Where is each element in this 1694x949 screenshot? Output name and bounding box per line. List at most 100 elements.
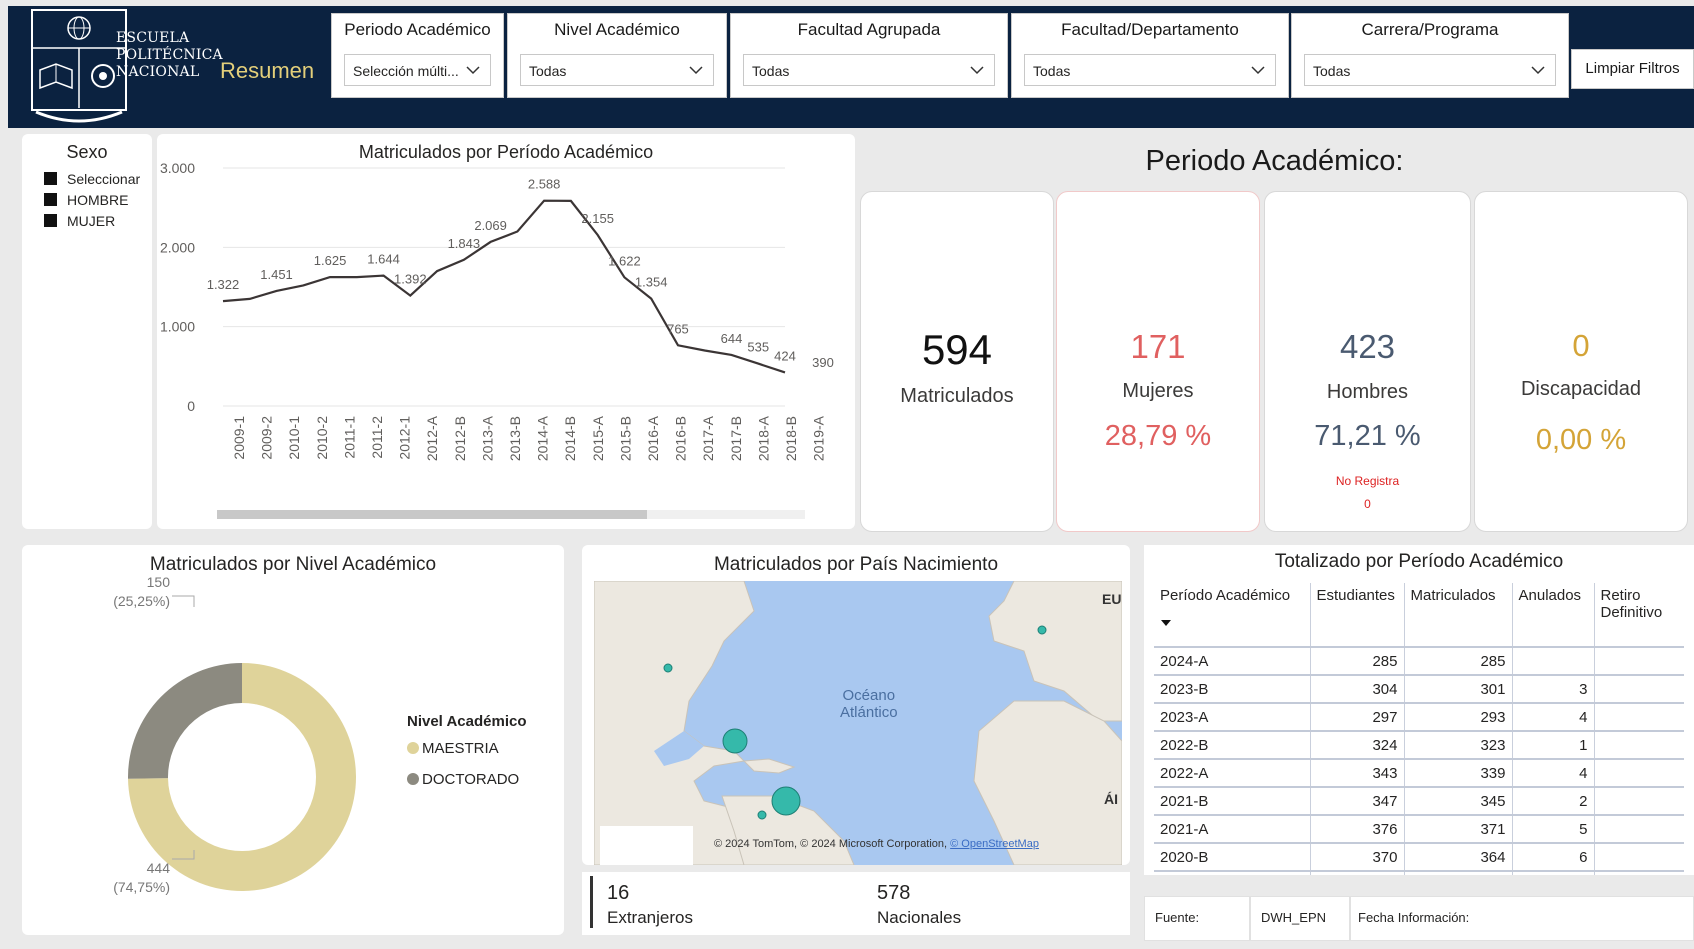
leader-line <box>172 595 195 607</box>
period-cell: 2023-B <box>1154 674 1311 703</box>
table-row[interactable]: 2023-B 304 301 3 <box>1154 674 1684 703</box>
value-cell: 5 <box>1512 814 1595 843</box>
x-tick-label: 2014-A <box>535 415 551 461</box>
value-cell <box>1594 730 1684 759</box>
fuente-value-box: DWH_EPN <box>1250 896 1350 941</box>
filter-label: Nivel Académico <box>554 20 680 39</box>
value-cell: 2 <box>1512 870 1595 875</box>
x-tick-label: 2012-A <box>424 415 440 461</box>
map-panel: Matriculados por País Nacimiento Océano … <box>582 545 1130 865</box>
filter-label: Carrera/Programa <box>1361 20 1499 39</box>
scrollbar-thumb[interactable] <box>217 510 647 519</box>
table-row[interactable]: 2023-A 297 293 4 <box>1154 702 1684 731</box>
kpi-card-discapacidad: 0 Discapacidad 0,00 % <box>1474 191 1688 532</box>
value-cell: 376 <box>1310 814 1405 843</box>
value-cell: 3 <box>1512 674 1595 703</box>
y-tick-label: 1.000 <box>160 319 195 335</box>
kpi-value: 423 <box>1339 328 1396 365</box>
legend-item-maestria[interactable]: MAESTRIA <box>407 740 499 757</box>
donut-panel: Matriculados por Nivel Académico 150 (25,… <box>22 545 564 935</box>
line-chart[interactable]: 0 1.000 2.000 3.000 1.322 1.451 1.625 1.644 1.39… <box>157 134 855 529</box>
attribution-text: © 2024 TomTom, © 2024 Microsoft Corporat… <box>714 838 948 850</box>
data-label: 2.588 <box>528 177 561 192</box>
clear-filters-button[interactable]: Limpiar Filtros <box>1571 49 1694 89</box>
chevron-down-icon <box>689 66 703 75</box>
y-tick-label: 3.000 <box>160 160 195 176</box>
kpi-percent: 71,21 % <box>1314 420 1421 452</box>
x-tick-label: 2017-B <box>728 416 744 461</box>
legend-dot-icon <box>407 773 419 785</box>
data-label: 390 <box>812 355 834 370</box>
value-cell: 324 <box>1310 730 1405 759</box>
column-header[interactable]: Retiro Definitivo <box>1594 583 1684 647</box>
x-tick-label: 2019-A <box>811 415 827 461</box>
openstreetmap-link[interactable]: © OpenStreetMap <box>950 838 1039 850</box>
filter-dropdown[interactable]: Todas <box>743 54 995 86</box>
filter-dropdown[interactable]: Todas <box>520 54 714 86</box>
table-row[interactable]: 2022-B 324 323 1 <box>1154 730 1684 759</box>
slicer-item-label: MUJER <box>67 213 116 229</box>
legend-item-doctorado[interactable]: DOCTORADO <box>407 771 519 788</box>
value-cell: 345 <box>1404 786 1513 815</box>
checkbox-icon <box>44 172 57 185</box>
table-row[interactable]: 2021-A 376 371 5 <box>1154 814 1684 843</box>
filter-facultad-departamento: Facultad/Departamento Todas <box>1011 13 1289 98</box>
x-tick-label: 2018-B <box>783 416 799 461</box>
table-row[interactable]: 2022-A 343 339 4 <box>1154 758 1684 787</box>
x-tick-label: 2013-B <box>507 416 523 461</box>
filter-dropdown[interactable]: Todas <box>1024 54 1276 86</box>
filter-dropdown[interactable]: Todas <box>1304 54 1556 86</box>
table-row[interactable]: 2024-A 285 285 <box>1154 646 1684 675</box>
slicer-item-seleccionar[interactable]: Seleccionar <box>44 171 140 187</box>
value-cell: 304 <box>1310 674 1405 703</box>
data-label: 1.644 <box>367 252 400 267</box>
kpi-label: Mujeres <box>1122 380 1194 402</box>
column-header[interactable]: Período Académico <box>1154 583 1311 647</box>
filter-label: Periodo Académico <box>344 20 491 39</box>
world-map[interactable] <box>594 581 1122 865</box>
filter-label: Facultad Agrupada <box>797 20 941 39</box>
logo-line: NACIONAL <box>116 64 200 80</box>
filter-facultad-agrupada: Facultad Agrupada Todas <box>730 13 1008 98</box>
map-corner-label: ÁI <box>1104 791 1118 807</box>
donut-slice-doctorado[interactable] <box>128 663 242 779</box>
value-cell: 1 <box>1512 730 1595 759</box>
value-cell: 4 <box>1512 758 1595 787</box>
x-tick-label: 2012-B <box>452 416 468 461</box>
slicer-title: Sexo <box>66 142 108 162</box>
filter-dropdown[interactable]: Selección múlti... <box>344 54 491 86</box>
kpi-percent: 28,79 % <box>1104 420 1212 452</box>
value-cell <box>1512 646 1595 675</box>
kpi-label: Hombres <box>1326 381 1409 403</box>
data-label: 2.155 <box>581 211 614 226</box>
data-label: 765 <box>667 321 689 336</box>
value-cell: 323 <box>1404 730 1513 759</box>
filter-value: Todas <box>1313 63 1351 79</box>
table-row[interactable]: 2020-A2972952 <box>1154 870 1684 875</box>
value-cell <box>1594 842 1684 871</box>
column-header[interactable]: Estudiantes <box>1310 583 1405 647</box>
period-cell: 2022-A <box>1154 758 1311 787</box>
column-header[interactable]: Matriculados <box>1404 583 1513 647</box>
map-attribution: © 2024 TomTom, © 2024 Microsoft Corporat… <box>714 838 1039 850</box>
table-row[interactable]: 2021-B 347 345 2 <box>1154 786 1684 815</box>
column-header[interactable]: Anulados <box>1512 583 1595 647</box>
column-header-label: Período Académico <box>1160 587 1291 604</box>
period-cell: 2021-B <box>1154 786 1311 815</box>
value-cell: 6 <box>1512 842 1595 871</box>
legend-label: MAESTRIA <box>422 740 499 757</box>
slicer-item-hombre[interactable]: HOMBRE <box>44 192 128 208</box>
no-registra-label: No Registra <box>1335 474 1400 488</box>
table-header-row: Período Académico Estudiantes Matriculad… <box>1154 583 1684 647</box>
fuente-value: DWH_EPN <box>1261 910 1327 925</box>
x-tick-label: 2014-B <box>562 416 578 461</box>
table-row[interactable]: 2020-B 370 364 6 <box>1154 842 1684 871</box>
kpi-card-mujeres: 171 Mujeres 28,79 % <box>1056 191 1260 532</box>
x-tick-label: 2013-A <box>479 415 495 461</box>
sort-desc-icon <box>1160 614 1304 631</box>
totals-table: Período Académico Estudiantes Matriculad… <box>1154 583 1684 875</box>
value-cell <box>1594 646 1684 675</box>
slicer-item-mujer[interactable]: MUJER <box>44 213 115 229</box>
kpi-value: 0 <box>1572 328 1590 363</box>
slicer-item-label: HOMBRE <box>67 192 129 208</box>
